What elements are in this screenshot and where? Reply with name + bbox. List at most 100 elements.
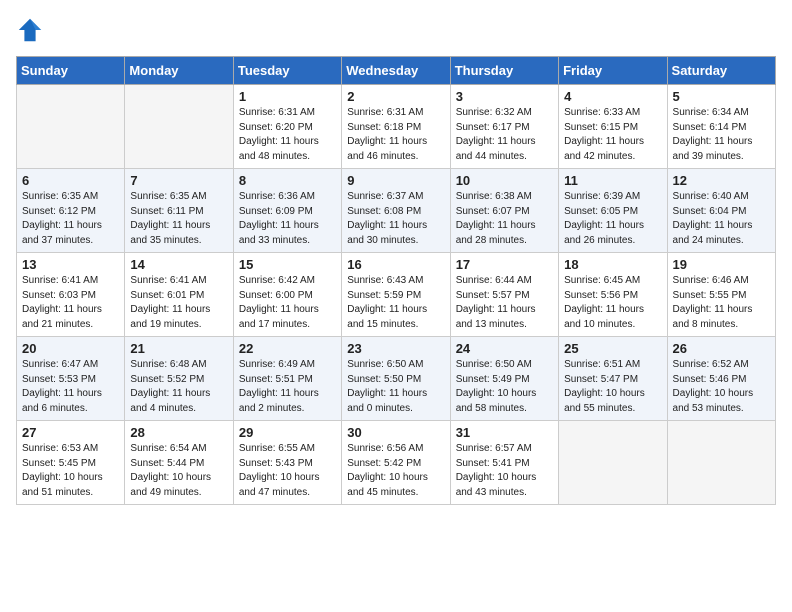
day-details: Sunrise: 6:43 AM Sunset: 5:59 PM Dayligh… (347, 274, 444, 332)
day-number: 10 (456, 173, 553, 188)
weekday-header-wednesday: Wednesday (342, 57, 450, 85)
day-number: 31 (456, 425, 553, 440)
day-number: 14 (130, 257, 227, 272)
calendar-week-row: 13 Sunrise: 6:41 AM Sunset: 6:03 PM Dayli… (17, 253, 776, 337)
day-details: Sunrise: 6:38 AM Sunset: 6:07 PM Dayligh… (456, 190, 553, 248)
day-number: 1 (239, 89, 336, 104)
calendar-day-cell: 23 Sunrise: 6:50 AM Sunset: 5:50 PM Dayli… (342, 337, 450, 421)
calendar-week-row: 6Sunrise: 6:35 AM Sunset: 6:12 PM Daylig… (17, 169, 776, 253)
day-number: 18 (564, 257, 661, 272)
calendar-day-cell: 8Sunrise: 6:36 AM Sunset: 6:09 PM Daylig… (233, 169, 341, 253)
weekday-header-monday: Monday (125, 57, 233, 85)
calendar-day-cell: 28 Sunrise: 6:54 AM Sunset: 5:44 PM Dayli… (125, 421, 233, 505)
day-number: 4 (564, 89, 661, 104)
calendar-day-cell: 22 Sunrise: 6:49 AM Sunset: 5:51 PM Dayli… (233, 337, 341, 421)
calendar-day-cell: 21 Sunrise: 6:48 AM Sunset: 5:52 PM Dayli… (125, 337, 233, 421)
calendar-day-cell: 10 Sunrise: 6:38 AM Sunset: 6:07 PM Dayli… (450, 169, 558, 253)
day-details: Sunrise: 6:49 AM Sunset: 5:51 PM Dayligh… (239, 358, 336, 416)
day-details: Sunrise: 6:41 AM Sunset: 6:03 PM Dayligh… (22, 274, 119, 332)
calendar-day-cell: 14Sunrise: 6:41 AM Sunset: 6:01 PM Dayli… (125, 253, 233, 337)
calendar-day-cell: 13 Sunrise: 6:41 AM Sunset: 6:03 PM Dayli… (17, 253, 125, 337)
day-number: 30 (347, 425, 444, 440)
calendar-day-cell: 25 Sunrise: 6:51 AM Sunset: 5:47 PM Dayli… (559, 337, 667, 421)
day-details: Sunrise: 6:44 AM Sunset: 5:57 PM Dayligh… (456, 274, 553, 332)
day-number: 3 (456, 89, 553, 104)
calendar-day-cell: 27 Sunrise: 6:53 AM Sunset: 5:45 PM Dayli… (17, 421, 125, 505)
day-details: Sunrise: 6:53 AM Sunset: 5:45 PM Dayligh… (22, 442, 119, 500)
calendar-day-cell: 17 Sunrise: 6:44 AM Sunset: 5:57 PM Dayli… (450, 253, 558, 337)
calendar-day-cell: 7 Sunrise: 6:35 AM Sunset: 6:11 PM Daylig… (125, 169, 233, 253)
calendar-day-cell: 31 Sunrise: 6:57 AM Sunset: 5:41 PM Dayli… (450, 421, 558, 505)
day-number: 29 (239, 425, 336, 440)
day-details: Sunrise: 6:39 AM Sunset: 6:05 PM Dayligh… (564, 190, 661, 248)
day-number: 24 (456, 341, 553, 356)
day-number: 19 (673, 257, 770, 272)
weekday-header-row: SundayMondayTuesdayWednesdayThursdayFrid… (17, 57, 776, 85)
day-number: 8 (239, 173, 336, 188)
calendar-week-row: 27 Sunrise: 6:53 AM Sunset: 5:45 PM Dayli… (17, 421, 776, 505)
day-number: 13 (22, 257, 119, 272)
day-number: 22 (239, 341, 336, 356)
calendar-day-cell (17, 85, 125, 169)
day-details: Sunrise: 6:48 AM Sunset: 5:52 PM Dayligh… (130, 358, 227, 416)
day-details: Sunrise: 6:54 AM Sunset: 5:44 PM Dayligh… (130, 442, 227, 500)
day-details: Sunrise: 6:50 AM Sunset: 5:50 PM Dayligh… (347, 358, 444, 416)
calendar-day-cell: 11Sunrise: 6:39 AM Sunset: 6:05 PM Dayli… (559, 169, 667, 253)
calendar-day-cell (559, 421, 667, 505)
day-number: 21 (130, 341, 227, 356)
logo-icon (16, 16, 44, 44)
calendar-day-cell: 19 Sunrise: 6:46 AM Sunset: 5:55 PM Dayli… (667, 253, 775, 337)
day-details: Sunrise: 6:34 AM Sunset: 6:14 PM Dayligh… (673, 106, 770, 164)
calendar-day-cell (125, 85, 233, 169)
day-details: Sunrise: 6:40 AM Sunset: 6:04 PM Dayligh… (673, 190, 770, 248)
day-details: Sunrise: 6:51 AM Sunset: 5:47 PM Dayligh… (564, 358, 661, 416)
calendar-week-row: 1 Sunrise: 6:31 AM Sunset: 6:20 PM Daylig… (17, 85, 776, 169)
calendar-day-cell: 12 Sunrise: 6:40 AM Sunset: 6:04 PM Dayli… (667, 169, 775, 253)
day-details: Sunrise: 6:50 AM Sunset: 5:49 PM Dayligh… (456, 358, 553, 416)
day-details: Sunrise: 6:52 AM Sunset: 5:46 PM Dayligh… (673, 358, 770, 416)
day-number: 2 (347, 89, 444, 104)
calendar-day-cell: 20 Sunrise: 6:47 AM Sunset: 5:53 PM Dayli… (17, 337, 125, 421)
calendar-day-cell: 30 Sunrise: 6:56 AM Sunset: 5:42 PM Dayli… (342, 421, 450, 505)
calendar-day-cell: 24 Sunrise: 6:50 AM Sunset: 5:49 PM Dayli… (450, 337, 558, 421)
weekday-header-thursday: Thursday (450, 57, 558, 85)
day-details: Sunrise: 6:56 AM Sunset: 5:42 PM Dayligh… (347, 442, 444, 500)
day-number: 17 (456, 257, 553, 272)
weekday-header-friday: Friday (559, 57, 667, 85)
day-number: 12 (673, 173, 770, 188)
weekday-header-saturday: Saturday (667, 57, 775, 85)
calendar-day-cell: 26 Sunrise: 6:52 AM Sunset: 5:46 PM Dayli… (667, 337, 775, 421)
calendar-day-cell (667, 421, 775, 505)
calendar-day-cell: 2 Sunrise: 6:31 AM Sunset: 6:18 PM Daylig… (342, 85, 450, 169)
day-number: 28 (130, 425, 227, 440)
day-details: Sunrise: 6:31 AM Sunset: 6:20 PM Dayligh… (239, 106, 336, 164)
day-number: 9 (347, 173, 444, 188)
day-number: 23 (347, 341, 444, 356)
calendar-day-cell: 15Sunrise: 6:42 AM Sunset: 6:00 PM Dayli… (233, 253, 341, 337)
day-details: Sunrise: 6:47 AM Sunset: 5:53 PM Dayligh… (22, 358, 119, 416)
day-details: Sunrise: 6:57 AM Sunset: 5:41 PM Dayligh… (456, 442, 553, 500)
day-number: 26 (673, 341, 770, 356)
day-number: 7 (130, 173, 227, 188)
calendar-day-cell: 3 Sunrise: 6:32 AM Sunset: 6:17 PM Daylig… (450, 85, 558, 169)
day-number: 25 (564, 341, 661, 356)
day-details: Sunrise: 6:31 AM Sunset: 6:18 PM Dayligh… (347, 106, 444, 164)
logo (16, 16, 48, 44)
day-details: Sunrise: 6:42 AM Sunset: 6:00 PM Dayligh… (239, 274, 336, 332)
day-details: Sunrise: 6:45 AM Sunset: 5:56 PM Dayligh… (564, 274, 661, 332)
calendar-day-cell: 4Sunrise: 6:33 AM Sunset: 6:15 PM Daylig… (559, 85, 667, 169)
calendar-day-cell: 29Sunrise: 6:55 AM Sunset: 5:43 PM Dayli… (233, 421, 341, 505)
day-details: Sunrise: 6:32 AM Sunset: 6:17 PM Dayligh… (456, 106, 553, 164)
day-number: 20 (22, 341, 119, 356)
day-details: Sunrise: 6:46 AM Sunset: 5:55 PM Dayligh… (673, 274, 770, 332)
day-number: 6 (22, 173, 119, 188)
calendar-week-row: 20 Sunrise: 6:47 AM Sunset: 5:53 PM Dayli… (17, 337, 776, 421)
calendar-day-cell: 5 Sunrise: 6:34 AM Sunset: 6:14 PM Daylig… (667, 85, 775, 169)
day-number: 16 (347, 257, 444, 272)
day-number: 5 (673, 89, 770, 104)
day-number: 27 (22, 425, 119, 440)
calendar-day-cell: 1 Sunrise: 6:31 AM Sunset: 6:20 PM Daylig… (233, 85, 341, 169)
day-details: Sunrise: 6:35 AM Sunset: 6:11 PM Dayligh… (130, 190, 227, 248)
weekday-header-tuesday: Tuesday (233, 57, 341, 85)
calendar-table: SundayMondayTuesdayWednesdayThursdayFrid… (16, 56, 776, 505)
